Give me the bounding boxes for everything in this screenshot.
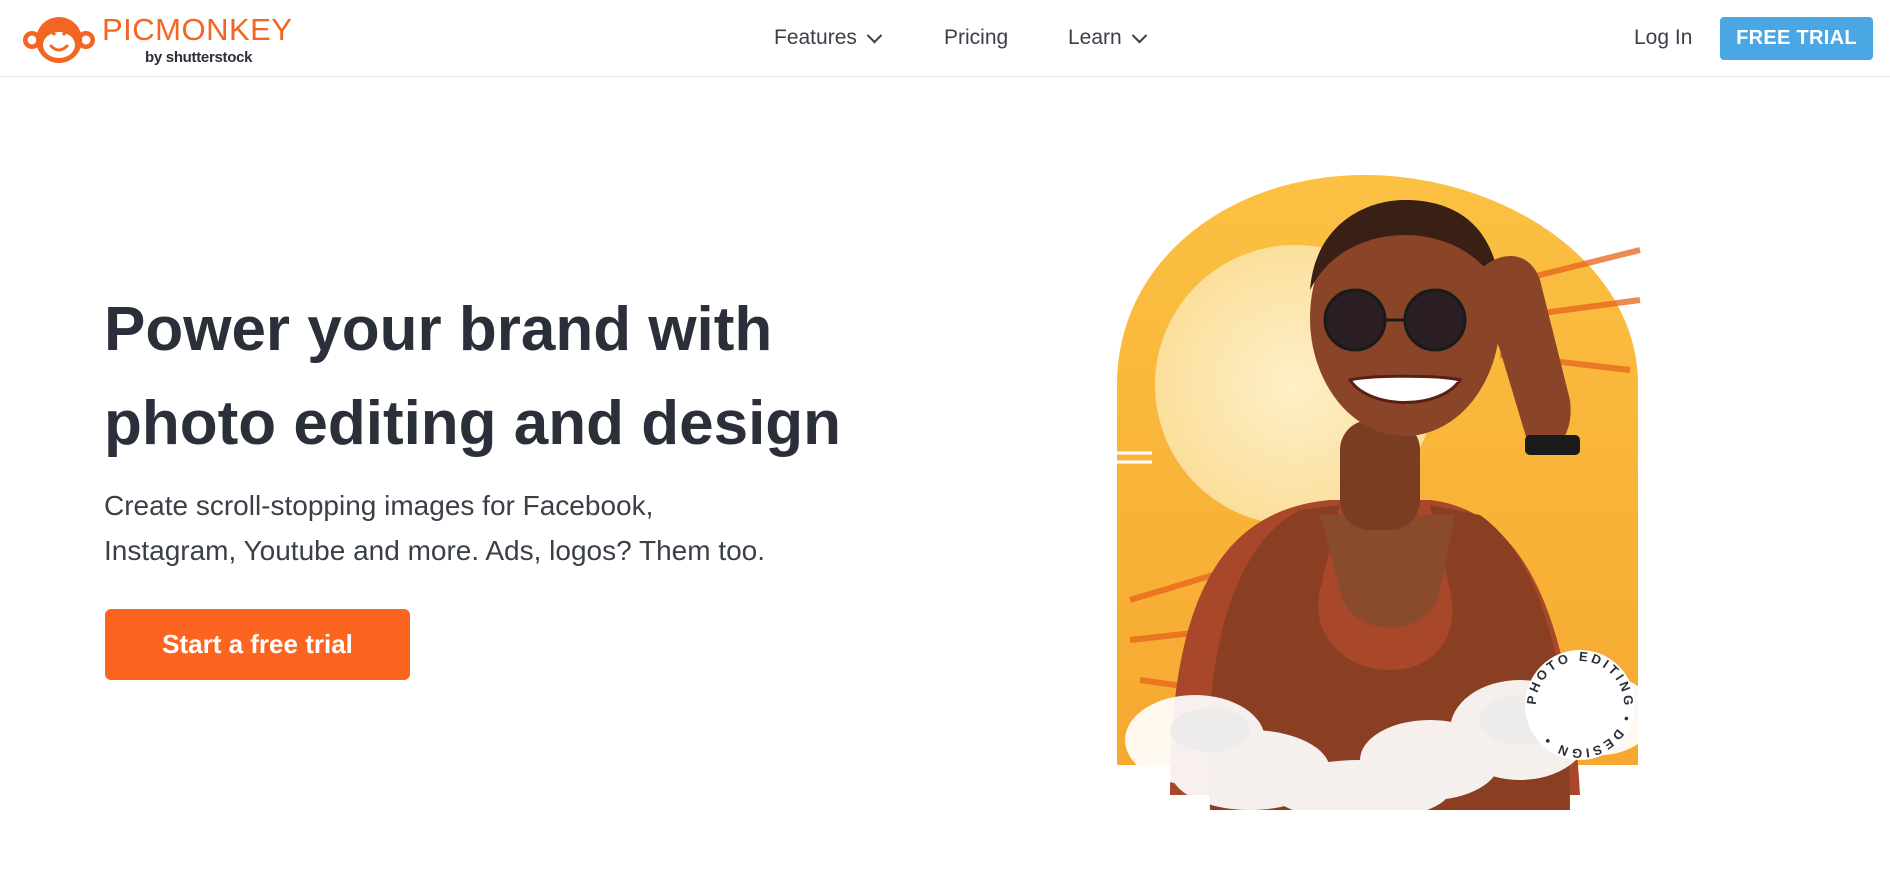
brand-sub: by shutterstock: [145, 49, 253, 66]
hero-sub-line2: Instagram, Youtube and more. Ads, logos?…: [104, 535, 766, 566]
hero-headline-line1: Power your brand with: [104, 295, 773, 364]
nav-pricing[interactable]: Pricing: [944, 26, 1008, 50]
hero-image: PHOTO EDITING • DESIGN •: [1117, 175, 1655, 820]
sunglasses-left: [1323, 288, 1387, 352]
brand-name: PICMONKEY: [102, 12, 293, 47]
hero-headline: Power your brand with photo editing and …: [104, 283, 864, 471]
site-header: PICMONKEY by shutterstock Features Prici…: [0, 0, 1890, 77]
hero-headline-line2: photo editing and design: [104, 389, 842, 458]
start-free-trial-button[interactable]: Start a free trial: [105, 609, 410, 680]
free-trial-button[interactable]: FREE TRIAL: [1720, 17, 1873, 60]
nav-pricing-label: Pricing: [944, 26, 1009, 49]
nav-learn[interactable]: Learn: [1068, 26, 1147, 50]
chevron-down-icon: [1131, 27, 1147, 43]
login-link[interactable]: Log In: [1634, 26, 1692, 50]
picmonkey-logo[interactable]: PICMONKEY by shutterstock: [22, 12, 292, 70]
hero-illustration: PHOTO EDITING • DESIGN •: [1100, 170, 1700, 820]
monkey-icon: [23, 17, 95, 63]
hero-subheadline: Create scroll-stopping images for Facebo…: [104, 483, 844, 573]
chevron-down-icon: [866, 27, 883, 43]
hero-sub-line1: Create scroll-stopping images for Facebo…: [104, 490, 654, 521]
nav-features-label: Features: [774, 26, 857, 49]
photo-editing-badge: PHOTO EDITING • DESIGN •: [1524, 649, 1635, 761]
nav-features[interactable]: Features: [774, 26, 883, 50]
sunglasses-right: [1403, 288, 1467, 352]
nav-learn-label: Learn: [1068, 26, 1122, 49]
